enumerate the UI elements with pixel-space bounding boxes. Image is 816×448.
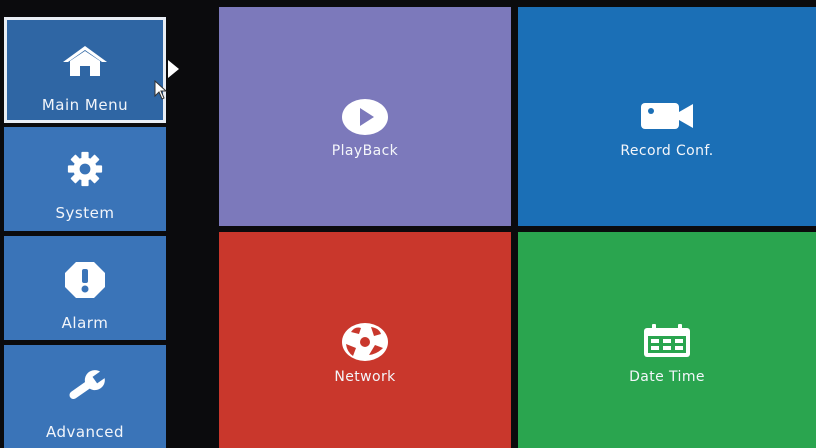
date-time-tile[interactable]: Date Time bbox=[518, 232, 816, 448]
sidebar-item-alarm[interactable]: Alarm bbox=[4, 236, 166, 340]
tile-label: Record Conf. bbox=[620, 143, 714, 159]
mouse-cursor-icon bbox=[154, 79, 168, 104]
sidebar-item-advanced[interactable]: Advanced bbox=[4, 345, 166, 448]
network-globe-icon bbox=[341, 322, 389, 366]
play-icon bbox=[341, 98, 389, 140]
sidebar-item-label: System bbox=[55, 204, 115, 222]
sidebar-item-label: Alarm bbox=[61, 314, 109, 332]
calendar-icon bbox=[642, 324, 692, 362]
sidebar-item-label: Main Menu bbox=[41, 96, 129, 114]
wrench-icon bbox=[61, 367, 109, 411]
alert-icon bbox=[63, 260, 107, 304]
camera-icon bbox=[639, 102, 695, 134]
selection-pointer bbox=[168, 60, 179, 78]
sidebar-item-main-menu[interactable]: Main Menu bbox=[4, 17, 166, 123]
sidebar-item-label: Advanced bbox=[45, 423, 125, 441]
tile-label: Network bbox=[334, 369, 396, 385]
gear-icon bbox=[65, 151, 105, 191]
tile-label: Date Time bbox=[629, 369, 705, 385]
sidebar-item-system[interactable]: System bbox=[4, 127, 166, 231]
tile-label: PlayBack bbox=[331, 143, 399, 159]
network-tile[interactable]: Network bbox=[219, 232, 511, 448]
playback-tile[interactable]: PlayBack bbox=[219, 7, 511, 226]
record-conf-tile[interactable]: Record Conf. bbox=[518, 7, 816, 226]
home-icon bbox=[61, 44, 109, 82]
